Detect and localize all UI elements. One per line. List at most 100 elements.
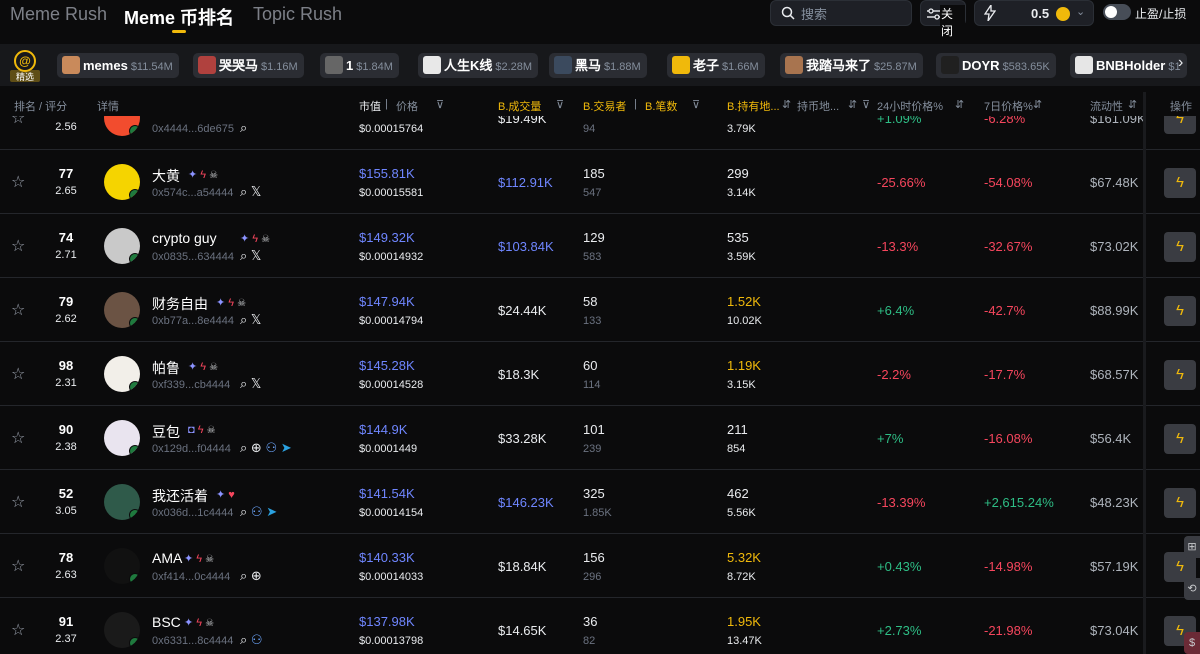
token-avatar[interactable]: [104, 548, 140, 584]
tp-sl-toggle[interactable]: 止盈/止损: [1100, 2, 1200, 24]
table-row[interactable]: ☆ 2.56 0x4444...6de675 ⌕ $0.00015764 $19.49K…: [0, 116, 1200, 150]
token-name[interactable]: 大黄: [152, 166, 180, 186]
contract-address[interactable]: 0xf414...0c4444: [152, 571, 230, 583]
trending-chip[interactable]: 黑马 $1.88M: [549, 53, 647, 78]
trending-chip[interactable]: BNBHolder $1: [1070, 53, 1187, 78]
social-links[interactable]: ⌕ ⊕: [240, 568, 262, 584]
trending-chip[interactable]: 我踏马来了 $25.87M: [780, 53, 923, 78]
social-links[interactable]: ⌕ 𝕏: [240, 312, 261, 328]
sort-icon[interactable]: ⇵: [955, 98, 964, 111]
header-txns[interactable]: B.笔数: [645, 98, 677, 114]
favorite-star-icon[interactable]: ☆: [11, 620, 25, 640]
contract-address[interactable]: 0xf339...cb4444: [152, 379, 230, 391]
header-liquidity[interactable]: 流动性: [1090, 98, 1123, 114]
social-links[interactable]: ⌕ ⚇: [240, 632, 263, 648]
sort-icon[interactable]: ⇵: [1033, 98, 1042, 111]
contract-address[interactable]: 0x129d...f04444: [152, 443, 231, 455]
header-hold-addr[interactable]: 持币地...: [797, 98, 839, 114]
trending-chip[interactable]: 1 $1.84M: [320, 53, 399, 78]
quick-buy-button[interactable]: ϟ: [1164, 296, 1196, 326]
filter-button[interactable]: 关闭: [920, 0, 966, 39]
header-chg24[interactable]: 24小时价格%: [877, 98, 943, 114]
table-row[interactable]: ☆ 77 2.65 大黄 ✦ ϟ ☠ 0x574c...a54444 ⌕ 𝕏 $155.81K…: [0, 150, 1200, 214]
header-holders[interactable]: B.持有地...: [727, 98, 780, 114]
contract-address[interactable]: 0x0835...634444: [152, 251, 234, 263]
token-avatar[interactable]: [104, 292, 140, 328]
header-volume[interactable]: B.成交量: [498, 98, 541, 114]
quick-buy-button[interactable]: ϟ: [1164, 168, 1196, 198]
filter-icon[interactable]: ⊽: [556, 98, 564, 111]
trending-chip[interactable]: DOYR $583.65K: [936, 53, 1056, 78]
sort-icon[interactable]: ⇵: [1128, 98, 1137, 111]
token-avatar[interactable]: [104, 356, 140, 392]
search-box[interactable]: [770, 0, 912, 26]
table-row[interactable]: ☆ 98 2.31 帕鲁 ✦ ϟ ☠ 0xf339...cb4444 ⌕ 𝕏 $145.28K…: [0, 342, 1200, 406]
tab-meme-ranking[interactable]: Meme 币排名: [124, 4, 234, 30]
favorite-star-icon[interactable]: ☆: [11, 116, 25, 128]
header-mcap[interactable]: 市值: [359, 98, 381, 114]
table-row[interactable]: ☆ 52 3.05 我还活着 ✦ ♥ 0x036d...1c4444 ⌕ ⚇ ➤ $141.5…: [0, 470, 1200, 534]
table-row[interactable]: ☆ 74 2.71 crypto guy ✦ ϟ ☠ 0x0835...634444 ⌕ 𝕏…: [0, 214, 1200, 278]
grid-icon[interactable]: ⊞: [1184, 536, 1200, 558]
chevron-right-icon[interactable]: ›: [1178, 54, 1183, 72]
quick-buy-button[interactable]: ϟ: [1164, 424, 1196, 454]
contract-address[interactable]: 0x4444...6de675: [152, 123, 234, 135]
quick-buy-button[interactable]: ϟ: [1164, 488, 1196, 518]
featured-badge[interactable]: @ 精选: [10, 50, 40, 82]
header-rank[interactable]: 排名 / 评分: [14, 98, 67, 114]
social-links[interactable]: ⌕ 𝕏: [240, 248, 261, 264]
toggle-switch[interactable]: [1103, 4, 1131, 20]
favorite-star-icon[interactable]: ☆: [11, 236, 25, 256]
chevron-down-icon[interactable]: ⌄: [1076, 5, 1085, 18]
sort-icon[interactable]: ⇵: [782, 98, 791, 111]
token-avatar[interactable]: [104, 116, 140, 136]
token-avatar[interactable]: [104, 164, 140, 200]
quick-buy-button[interactable]: ϟ: [1164, 232, 1196, 262]
token-name[interactable]: 帕鲁: [152, 358, 180, 378]
favorite-star-icon[interactable]: ☆: [11, 300, 25, 320]
contract-address[interactable]: 0x6331...8c4444: [152, 635, 233, 647]
header-price[interactable]: 价格: [396, 98, 418, 114]
quick-buy-button[interactable]: ϟ: [1164, 360, 1196, 390]
quick-buy-amount[interactable]: 0.5 ⌄: [974, 0, 1094, 26]
quick-buy-button[interactable]: ϟ: [1164, 116, 1196, 134]
sort-icon[interactable]: ⇵: [848, 98, 857, 111]
tab-meme-rush[interactable]: Meme Rush: [10, 4, 107, 25]
social-links[interactable]: ⌕ 𝕏: [240, 376, 261, 392]
social-links[interactable]: ⌕ ⊕ ⚇ ➤: [240, 440, 292, 456]
favorite-star-icon[interactable]: ☆: [11, 172, 25, 192]
header-traders[interactable]: B.交易者: [583, 98, 626, 114]
table-row[interactable]: ☆ 90 2.38 豆包 ◘ ϟ ☠ 0x129d...f04444 ⌕ ⊕ ⚇ ➤ $144…: [0, 406, 1200, 470]
token-avatar[interactable]: [104, 228, 140, 264]
token-avatar[interactable]: [104, 484, 140, 520]
filter-icon[interactable]: ⊽: [436, 98, 444, 111]
token-avatar[interactable]: [104, 612, 140, 648]
favorite-star-icon[interactable]: ☆: [11, 364, 25, 384]
contract-address[interactable]: 0x574c...a54444: [152, 187, 233, 199]
trending-chip[interactable]: 哭哭马 $1.16M: [193, 53, 304, 78]
trending-chip[interactable]: memes $11.54M: [57, 53, 179, 78]
table-row[interactable]: ☆ 91 2.37 BSC ✦ ϟ ☠ 0x6331...8c4444 ⌕ ⚇ $137.98…: [0, 598, 1200, 654]
tab-topic-rush[interactable]: Topic Rush: [253, 4, 342, 25]
token-name[interactable]: 财务自由: [152, 294, 208, 314]
contract-address[interactable]: 0xb77a...8e4444: [152, 315, 234, 327]
trending-chip[interactable]: 老子 $1.66M: [667, 53, 765, 78]
favorite-star-icon[interactable]: ☆: [11, 428, 25, 448]
social-links[interactable]: ⌕ ⚇ ➤: [240, 504, 277, 520]
token-name[interactable]: 我还活着: [152, 486, 208, 506]
table-row[interactable]: ☆ 78 2.63 AMA ✦ ϟ ☠ 0xf414...0c4444 ⌕ ⊕ $140.33…: [0, 534, 1200, 598]
sync-icon[interactable]: ⟲: [1184, 578, 1200, 600]
header-chg7[interactable]: 7日价格%: [984, 98, 1033, 114]
social-links[interactable]: ⌕ 𝕏: [240, 184, 261, 200]
token-avatar[interactable]: [104, 420, 140, 456]
token-name[interactable]: 豆包: [152, 422, 180, 442]
filter-icon[interactable]: ⊽: [862, 98, 870, 111]
filter-icon[interactable]: ⊽: [692, 98, 700, 111]
token-name[interactable]: crypto guy: [152, 230, 217, 246]
trending-chip[interactable]: 人生K线 $2.28M: [418, 53, 539, 78]
favorite-star-icon[interactable]: ☆: [11, 556, 25, 576]
token-name[interactable]: AMA: [152, 550, 182, 566]
social-links[interactable]: ⌕: [240, 120, 247, 136]
search-input[interactable]: [801, 4, 901, 24]
token-name[interactable]: BSC: [152, 614, 181, 630]
